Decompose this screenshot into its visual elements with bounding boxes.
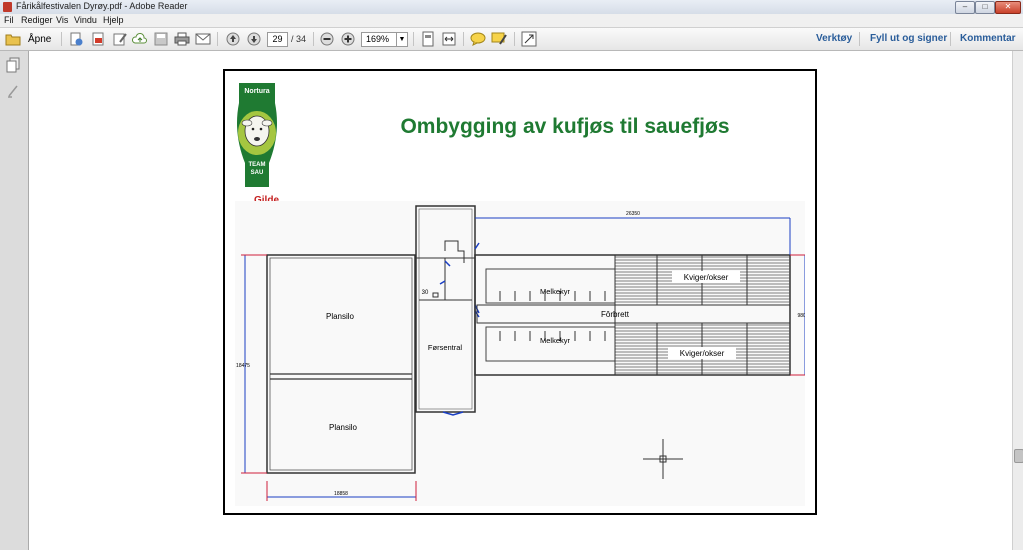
- tools-button[interactable]: Verktøy: [816, 33, 852, 44]
- kviger-1-label: Kviger/okser: [684, 273, 729, 282]
- fullscreen-icon[interactable]: [521, 31, 537, 47]
- navigation-panel: [0, 51, 29, 550]
- menu-vindu[interactable]: Vindu: [74, 15, 97, 25]
- page-up-icon[interactable]: [225, 31, 241, 47]
- cloud-icon[interactable]: [132, 31, 148, 47]
- page-down-icon[interactable]: [246, 31, 262, 47]
- forsentral-label: Førsentral: [428, 343, 463, 352]
- small-room-label: 30: [422, 290, 429, 296]
- comment-icon[interactable]: [470, 31, 486, 47]
- zoom-in-icon[interactable]: [340, 31, 356, 47]
- edit-icon[interactable]: [112, 31, 128, 47]
- dim-right: 9800: [797, 313, 805, 319]
- menu-vis[interactable]: Vis: [56, 15, 68, 25]
- open-button-label[interactable]: Åpne: [28, 34, 51, 45]
- comment-button[interactable]: Kommentar: [960, 33, 1016, 44]
- menu-fil[interactable]: Fil: [4, 15, 14, 25]
- zoom-out-icon[interactable]: [319, 31, 335, 47]
- zoom-select[interactable]: 169% ▼: [361, 32, 408, 47]
- plansilo-2-label: Plansilo: [329, 423, 358, 432]
- page-total: / 34: [291, 34, 307, 44]
- plansilo-1-label: Plansilo: [326, 312, 355, 321]
- zoom-value: 169%: [366, 34, 390, 44]
- dim-top: 26350: [626, 211, 640, 217]
- pdf-icon[interactable]: [90, 31, 106, 47]
- maximize-button[interactable]: □: [975, 1, 995, 14]
- print-icon[interactable]: [174, 31, 190, 47]
- title-bar: Fårikålfestivalen Dyrøy.pdf - Adobe Read…: [0, 0, 1023, 14]
- close-button[interactable]: ✕: [995, 1, 1021, 14]
- create-pdf-icon[interactable]: [68, 31, 84, 47]
- melkekyr-2-label: Melkekyr: [540, 336, 571, 345]
- vertical-scrollbar[interactable]: [1012, 51, 1023, 550]
- logo-brand: Nortura: [244, 88, 270, 95]
- scrollbar-thumb[interactable]: [1014, 449, 1023, 463]
- dim-bottom: 18858: [334, 491, 348, 497]
- signature-panel-icon[interactable]: [6, 83, 20, 102]
- kviger-2-label: Kviger/okser: [680, 349, 725, 358]
- highlight-icon[interactable]: [491, 31, 507, 47]
- fit-width-icon[interactable]: [441, 31, 457, 47]
- page-number-input[interactable]: 29: [267, 32, 288, 47]
- melkekyr-1-label: Melkekyr: [540, 287, 571, 296]
- fit-page-icon[interactable]: [420, 31, 436, 47]
- menu-rediger[interactable]: Rediger: [21, 15, 53, 25]
- pdf-page: Nortura TEAM SAU Ombygging av kufjøs til…: [223, 69, 817, 515]
- logo-sau: SAU: [250, 170, 264, 176]
- email-icon[interactable]: [195, 31, 211, 47]
- fill-sign-button[interactable]: Fyll ut og signer: [870, 33, 947, 44]
- document-area[interactable]: Nortura TEAM SAU Ombygging av kufjøs til…: [29, 51, 1012, 550]
- dim-left: 18475: [236, 363, 250, 369]
- save-icon[interactable]: [153, 31, 169, 47]
- chevron-down-icon[interactable]: ▼: [396, 33, 407, 46]
- menu-bar: Fil Rediger Vis Vindu Hjelp: [0, 14, 1023, 28]
- window-title: Fårikålfestivalen Dyrøy.pdf - Adobe Read…: [16, 1, 188, 11]
- minimize-button[interactable]: –: [955, 1, 975, 14]
- logo-team: TEAM: [248, 162, 266, 168]
- floor-plan: Plansilo Plansilo Førsentral Melkekyr Me…: [235, 201, 805, 506]
- forbrett-label: Fôrbrett: [601, 310, 630, 319]
- menu-hjelp[interactable]: Hjelp: [103, 15, 124, 25]
- toolbar: Åpne 29 / 34 169% ▼ Verktøy Fyll ut og s…: [0, 28, 1023, 51]
- pages-panel-icon[interactable]: [6, 57, 20, 76]
- adobe-reader-icon: [3, 2, 12, 12]
- slide-title: Ombygging av kufjøs til sauefjøs: [400, 115, 730, 138]
- folder-icon[interactable]: [5, 31, 21, 47]
